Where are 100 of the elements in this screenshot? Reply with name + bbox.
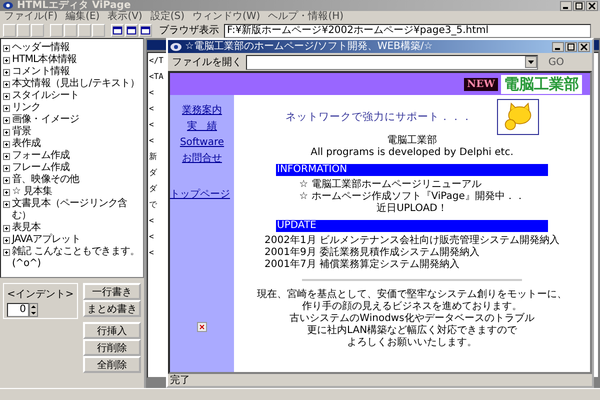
tree-item[interactable]: 表見本 [3,222,141,234]
code-line: < [149,136,154,146]
expand-icon[interactable] [3,117,10,124]
news-line: 近日UPLOAD！ [376,203,448,215]
tree-item[interactable]: コメント情報 [3,66,141,78]
nav-link[interactable]: 実 績 [187,121,217,133]
menu-item[interactable]: 表示(V) [108,11,142,23]
cascade-icon[interactable] [111,24,124,37]
code-line: < [149,120,154,130]
expand-icon[interactable] [3,69,10,76]
spinner-icon[interactable] [29,303,38,317]
code-line: < [149,104,154,114]
action-button[interactable]: まとめ書き [83,300,141,317]
tree-item[interactable]: スタイルシート [3,90,141,102]
menu-item[interactable]: ファイル(F) [4,11,58,23]
nav-link[interactable]: 業務案内 [182,105,222,117]
expand-icon[interactable] [3,201,10,208]
tree-item[interactable]: ヘッダー情報 [3,42,141,54]
tree-item[interactable]: 音、映像その他 [3,174,141,186]
news-line: ☆ ホームページ作成ソフト『ViPage』開発中．． [299,191,525,202]
news-line: 2001年9月 委託業務見積作成システム開発納入 [264,247,480,258]
intro-text: 古いシステムのWinodws化やデータベースのトラブル [290,313,534,324]
action-button[interactable]: 行挿入 [83,322,141,339]
minimize-icon[interactable] [560,0,572,10]
open-file-label: ファイルを開く [172,56,242,69]
tree-item[interactable]: フォーム作成 [3,150,141,162]
new-banner: NEW [464,78,498,90]
code-line: </T [149,56,164,66]
expand-icon[interactable] [3,177,10,184]
tree-item[interactable]: 表作成 [3,138,141,150]
nav-link[interactable]: Software [180,137,224,149]
expand-icon[interactable] [3,93,10,100]
code-line: < [149,216,154,226]
go-button[interactable]: GO [548,56,564,68]
expand-icon[interactable] [3,225,10,232]
indent-label: <インデント> [7,288,74,301]
expand-icon[interactable] [3,45,10,52]
nav-link[interactable]: トップページ [170,189,230,201]
expand-icon[interactable] [3,129,10,136]
code-line: 新 [149,152,157,162]
expand-icon[interactable] [3,153,10,160]
expand-icon[interactable] [3,141,10,148]
window-title: HTMLエディタ ViPage [17,0,131,11]
code-line: で [149,200,157,210]
org-name: 電脳工業部 [387,135,437,147]
code-line: < [149,88,154,98]
menu-item[interactable]: 編集(E) [66,11,100,23]
path-field[interactable]: F:¥新版ホームページ¥2002ホームページ¥page3_5.html [224,24,591,38]
expand-icon[interactable] [3,165,10,172]
tree-item[interactable]: 本文情報（見出し/テキスト） [3,78,141,90]
menu-item[interactable]: ウィンドウ(W) [192,11,260,23]
intro-text: 作り手の顔の見えるビジネスを進めております。 [302,301,522,312]
minimize-icon[interactable] [552,42,564,52]
intro-text: 更に社内LAN構築など幅広く対応できますので [306,325,518,337]
code-line: ダ [149,184,157,194]
tree-item[interactable]: 雑記 こんなこともできます。(^o^) [3,246,141,270]
code-line: < [149,232,154,242]
tree-item[interactable]: HTML本体情報 [3,54,141,66]
news-line: 2002年1月 ビルメンテナンス会社向け販売管理システム開発納入 [264,235,560,246]
app-icon [2,1,14,10]
tree-item[interactable]: 文書見本（ページリンク含む） [3,198,141,222]
close-icon[interactable] [586,0,598,10]
window-title: ☆電脳工業部のホームページ/ソフト開発、WEB構築/☆ [185,40,433,53]
tree-item[interactable]: JAVAアプレット [3,234,141,246]
file-dropdown[interactable] [246,54,538,70]
app-icon [170,42,182,52]
broken-image-icon [197,322,207,332]
tree-item[interactable]: ☆ 見本集 [3,186,141,198]
maximize-icon[interactable] [565,42,577,52]
expand-icon[interactable] [3,81,10,88]
code-line: ダ [149,168,157,178]
expand-icon[interactable] [3,237,10,244]
expand-icon[interactable] [3,249,10,256]
tree-item[interactable]: 背景 [3,126,141,138]
tree-item[interactable]: リンク [3,102,141,114]
section-heading: INFORMATION [276,164,548,176]
cat-drawing [496,99,538,135]
action-button[interactable]: 行削除 [83,339,141,356]
tree-item[interactable]: フレーム作成 [3,162,141,174]
expand-icon[interactable] [3,57,10,64]
dropdown-icon[interactable] [525,56,538,68]
indent-field[interactable]: 0 [7,303,29,317]
expand-icon[interactable] [3,105,10,112]
action-button[interactable]: 一行書き [83,283,141,300]
maximize-icon[interactable] [573,0,585,10]
site-logo: 電脳工業部 [501,74,582,94]
tile-vertical-icon[interactable] [139,24,152,37]
menu-item[interactable]: 設定(S) [150,11,184,23]
expand-icon[interactable] [3,189,10,196]
page-headline: ネットワークで強力にサポート．．． [286,111,472,123]
action-button[interactable]: 全削除 [83,356,141,373]
close-icon[interactable] [578,42,590,52]
status-text: 完了 [170,374,190,387]
tree-item[interactable]: 画像・イメージ [3,114,141,126]
nav-link[interactable]: お問合せ [182,153,222,165]
intro-text: よろしくお願いいたします。 [347,337,477,349]
path-label: ブラウザ表示 [159,24,219,36]
news-line: 2001年7月 補償業務算定システム開発納入 [264,259,460,271]
tile-horizontal-icon[interactable] [125,24,138,37]
menu-item[interactable]: ヘルプ・情報(H) [268,11,344,23]
